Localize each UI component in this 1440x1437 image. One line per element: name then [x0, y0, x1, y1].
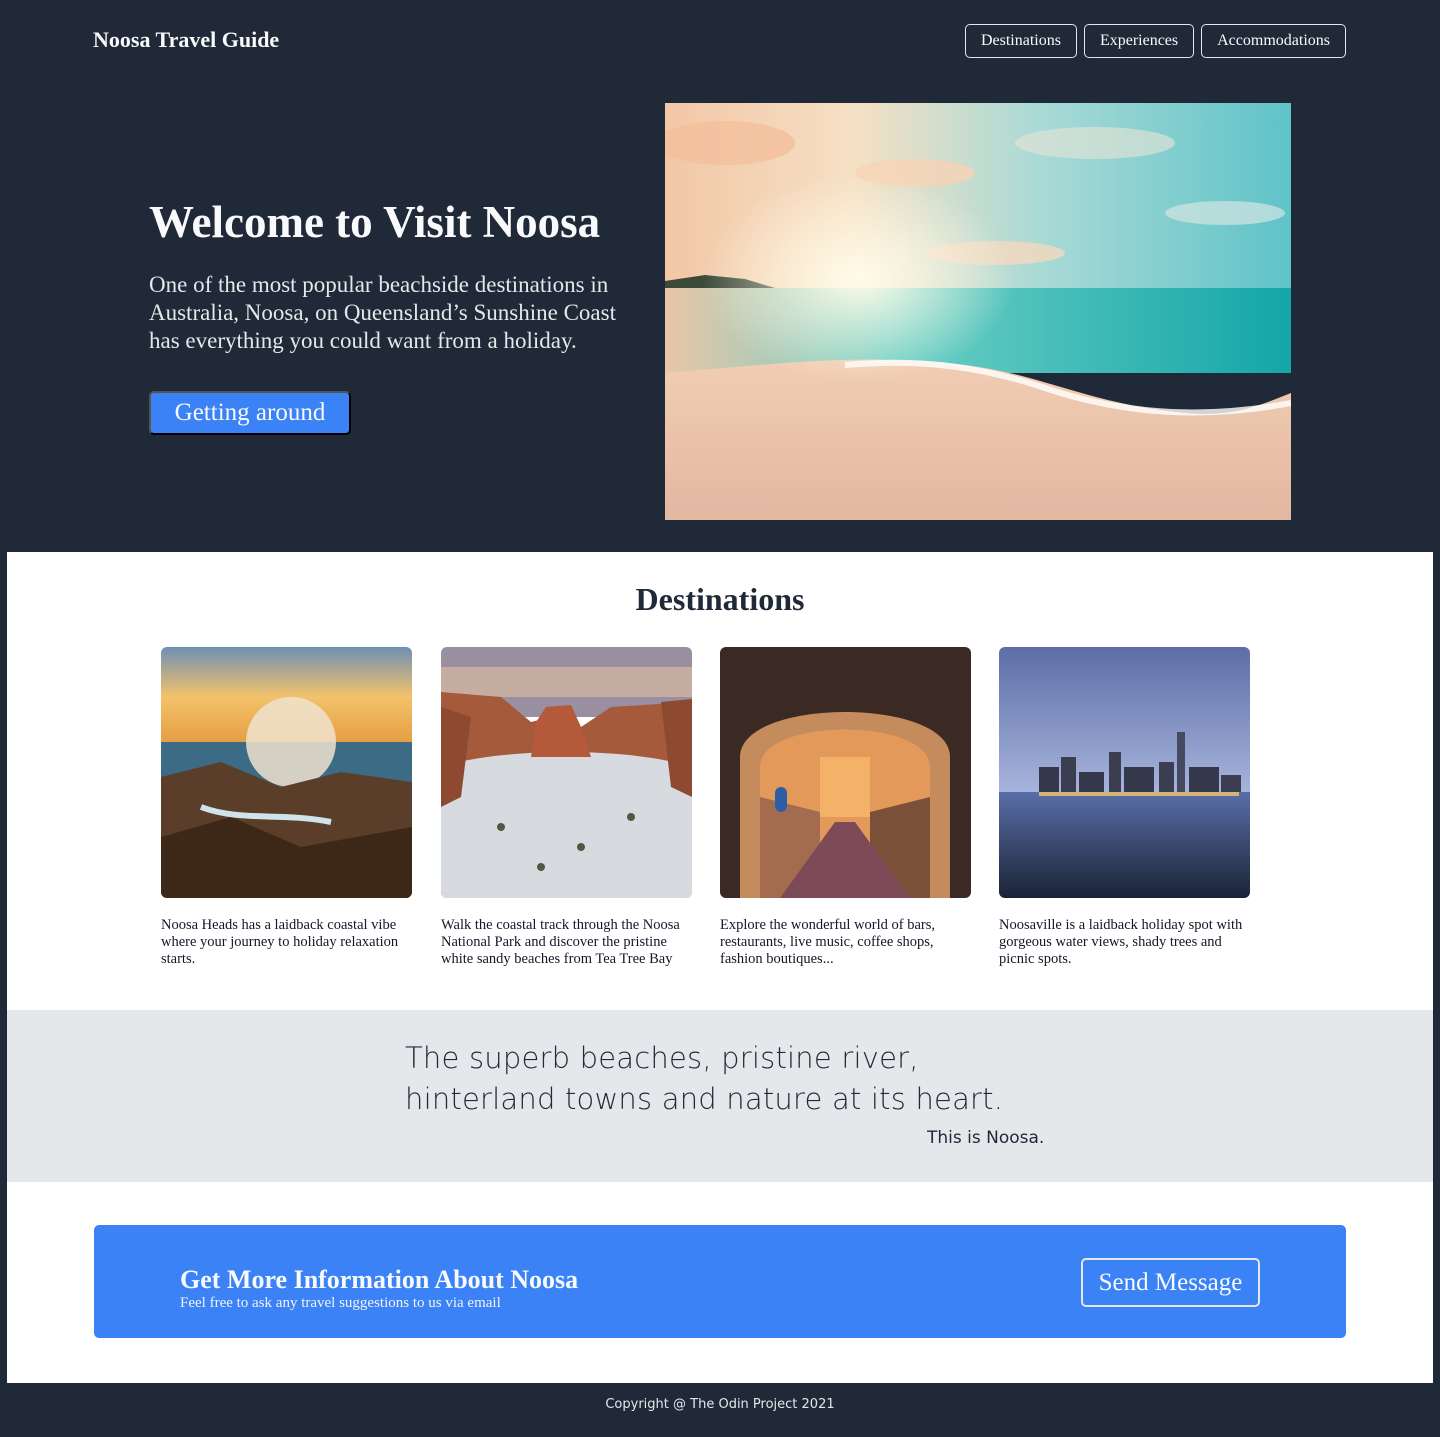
quote-section: The superb beaches, pristine river, hint… [7, 1010, 1433, 1182]
nav-destinations-button[interactable]: Destinations [964, 24, 1077, 58]
destination-card-text: Noosaville is a laidback holiday spot wi… [999, 917, 1243, 967]
canyon-snow-image [441, 647, 692, 898]
coastal-rocks-waves-image [161, 647, 412, 898]
city-skyline-night-image [999, 647, 1250, 898]
info-callout: Get More Information About Noosa Feel fr… [94, 1225, 1346, 1338]
destination-card-text: Walk the coastal track through the Noosa… [441, 917, 680, 967]
destinations-title: Destinations [635, 581, 805, 617]
destination-card[interactable]: Walk the coastal track through the Noosa… [441, 647, 692, 968]
destination-card[interactable]: Noosa Heads has a laidback coastal vibe … [161, 647, 412, 968]
destination-card-text: Explore the wonderful world of bars, res… [720, 917, 936, 967]
info-section: Get More Information About Noosa Feel fr… [7, 1182, 1433, 1383]
send-message-button[interactable]: Send Message [1081, 1258, 1260, 1307]
info-title: Get More Information About Noosa [180, 1265, 579, 1294]
nav-accommodations-button[interactable]: Accommodations [1201, 24, 1346, 58]
destination-card-text: Noosa Heads has a laidback coastal vibe … [161, 917, 399, 967]
destination-card[interactable]: Noosaville is a laidback holiday spot wi… [999, 647, 1250, 968]
destinations-section: Destinations Noosa Heads has a laidback … [7, 552, 1433, 1010]
footer-copyright: Copyright @ The Odin Project 2021 [605, 1397, 835, 1412]
archway-street-image [720, 647, 971, 898]
site-footer: Copyright @ The Odin Project 2021 [0, 1383, 1440, 1437]
info-subtitle: Feel free to ask any travel suggestions … [180, 1295, 501, 1311]
site-brand[interactable]: Noosa Travel Guide [93, 27, 279, 53]
getting-around-button[interactable]: Getting around [149, 391, 351, 435]
hero-description: One of the most popular beachside destin… [149, 272, 616, 353]
destination-card[interactable]: Explore the wonderful world of bars, res… [720, 647, 971, 968]
site-header: Noosa Travel Guide Destinations Experien… [0, 0, 1440, 82]
main-nav: Destinations Experiences Accommodations [964, 24, 1346, 58]
hero-beach-image [665, 103, 1291, 520]
quote-author: This is Noosa. [927, 1128, 1045, 1148]
hero-title: Welcome to Visit Noosa [149, 197, 601, 247]
nav-experiences-button[interactable]: Experiences [1083, 24, 1195, 58]
quote-text: The superb beaches, pristine river, hint… [405, 1041, 1004, 1116]
